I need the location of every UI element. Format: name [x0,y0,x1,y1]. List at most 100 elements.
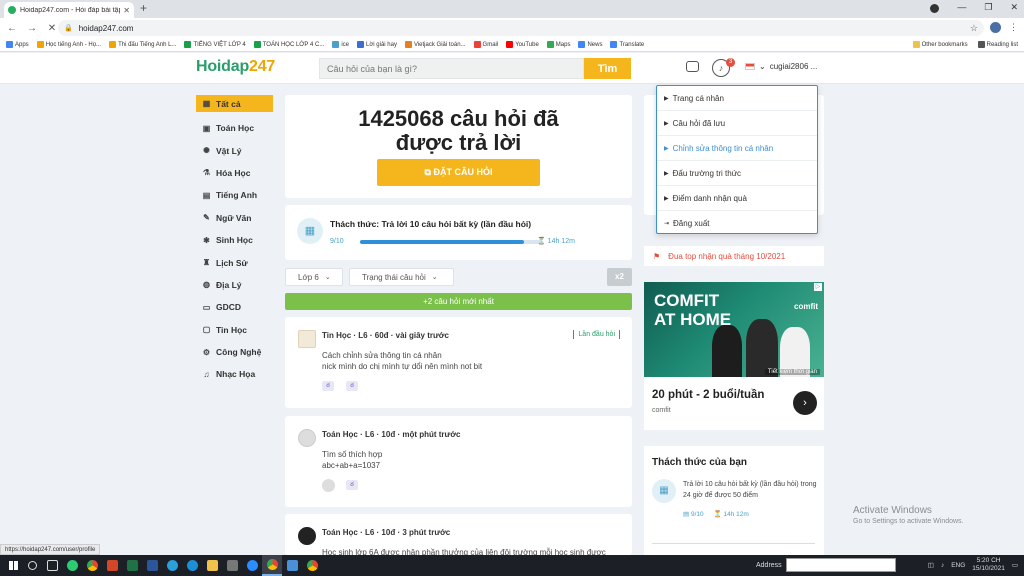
bookmark-item[interactable]: News [578,41,602,48]
sidebar-item-physics[interactable]: ✺ Vật Lý [196,139,273,161]
menu-dots-icon[interactable]: ⋮ [1009,22,1018,33]
menu-item-edit-profile[interactable]: ▶ Chỉnh sửa thông tin cá nhân [657,136,817,161]
bookmark-item[interactable]: Vietjack Giải toán... [404,41,466,48]
challenge-card: ▦ Thách thức: Trả lời 10 câu hỏi bất kỳ … [285,205,632,260]
question-meta: Toán Học · L6 · 10đ · một phút trước [322,430,461,439]
other-bookmarks[interactable]: Other bookmarks [912,41,968,48]
maximize-icon[interactable]: ❐ [984,2,992,13]
chat-icon[interactable] [686,61,699,72]
profile-avatar-icon[interactable] [990,22,1001,33]
photos-icon[interactable] [282,555,302,576]
new-tab-icon[interactable]: + [140,1,147,15]
race-link[interactable]: ⚑ Đua top nhận quà tháng 10/2021 [644,246,824,266]
tech-icon: ⚙ [202,347,211,357]
search-icon[interactable] [22,555,42,576]
site-header: Hoidap247 Câu hỏi của bạn là gì? Tìm ♪ 3… [0,53,1024,84]
file-explorer-icon[interactable] [202,555,222,576]
menu-item-saved-questions[interactable]: ▶ Câu hỏi đã lưu [657,111,817,136]
browser-tab[interactable]: Hoidap247.com - Hỏi đáp bài tập ✕ [4,2,134,18]
bookmark-item[interactable]: Maps [546,41,570,48]
clock[interactable]: 5:20 CH 15/10/2021 [972,557,1005,573]
profile-circle-icon[interactable] [930,4,940,13]
sidebar-item-biology[interactable]: ✱ Sinh Học [196,229,273,251]
sidebar-item-civics[interactable]: ▭ GDCD [196,296,273,318]
lock-icon[interactable]: 🔒 [64,24,73,32]
bookmark-item[interactable]: Translate [610,41,644,48]
sidebar-item-history[interactable]: ♜ Lịch Sử [196,251,273,273]
powerpoint-icon[interactable] [102,555,122,576]
question-card[interactable]: Tin Học · L6 · 60đ · vài giây trước Lần … [285,317,632,408]
user-menu[interactable]: ⌄ cugiai2806 ... [745,62,817,71]
chrome-icon[interactable] [82,555,102,576]
excel-icon[interactable] [122,555,142,576]
flask-icon: ⚗ [202,168,211,178]
reading-list[interactable]: Reading list [977,41,1018,48]
search-button[interactable]: Tìm [584,58,631,79]
search-input[interactable]: Câu hỏi của bạn là gì? [319,58,584,79]
subject-sidebar: ▦ Tất cả ▣ Toán Học ✺ Vật Lý ⚗ Hóa Học ▤ Tiến… [196,95,273,386]
bookmark-star-icon[interactable]: ☆ [970,23,978,34]
sidebar-item-math[interactable]: ▣ Toán Học [196,117,273,139]
site-logo[interactable]: Hoidap247 [196,58,275,76]
menu-item-profile[interactable]: ▶ Trang cá nhân [657,86,817,111]
bookmark-item[interactable]: Học tiếng Anh - Họ... [36,41,101,48]
sidebar-item-chemistry[interactable]: ⚗ Hóa Học [196,162,273,184]
ad-title: 20 phút - 2 buổi/tuần [652,389,765,401]
grade-select[interactable]: Lớp 6 ⌄ [285,268,343,286]
new-questions-button[interactable]: +2 câu hỏi mới nhất [285,293,632,310]
chevron-down-icon: ⌄ [759,62,766,71]
bookmark-item[interactable]: TIẾNG VIỆT LỚP 4 [184,41,246,48]
menu-item-arena[interactable]: ▶ Đấu trường tri thức [657,161,817,186]
challenge-title: Thách thức: Trả lời 10 câu hỏi bất kỳ (l… [330,219,532,229]
bookmark-item[interactable]: Apps [6,41,29,48]
sidebar-item-all[interactable]: ▦ Tất cả [196,95,273,112]
chrome-active-icon[interactable] [262,555,282,576]
sidebar-item-english[interactable]: ▤ Tiếng Anh [196,184,273,206]
adchoices-icon[interactable]: ▷ [814,283,822,291]
volume-icon[interactable]: ♪ [941,562,944,569]
ad-people-illustration [704,314,814,377]
bookmark-item[interactable]: YouTube [506,41,539,48]
bookmark-item[interactable]: ice [332,41,349,48]
url-field[interactable]: 🔒 hoidap247.com ☆ [58,20,984,36]
edge-icon[interactable] [162,555,182,576]
bookmark-item[interactable]: Thi đấu Tiếng Anh L... [109,41,176,48]
edge-new-icon[interactable] [182,555,202,576]
menu-item-logout[interactable]: ⇥ Đăng xuất [657,211,817,236]
forward-icon[interactable]: → [24,23,40,34]
app-green-icon[interactable] [62,555,82,576]
question-card[interactable]: Toán Học · L6 · 10đ · một phút trước Tìm… [285,416,632,507]
taskbar: Address ◫ ♪ ENG 5:20 CH 15/10/2021 ▭ [0,555,1024,576]
ad-logo: comfit [794,302,818,311]
minimize-icon[interactable]: — [957,2,966,13]
chrome-profile-icon[interactable] [302,555,322,576]
back-icon[interactable]: ← [4,23,20,34]
status-select[interactable]: Trạng thái câu hỏi ⌄ [349,268,454,286]
menu-item-checkin[interactable]: ▶ Điểm danh nhận quà [657,186,817,211]
windows-start-icon[interactable] [4,555,22,576]
calculator-icon[interactable] [222,555,242,576]
sidebar-item-music[interactable]: ♫ Nhạc Họa [196,363,273,385]
ad-banner[interactable]: COMFIT AT HOME comfit Tiết kiệm thời gian… [644,282,824,430]
bookmark-item[interactable]: TOÁN HỌC LỚP 4 C... [253,41,324,48]
bookmark-item[interactable]: Lời giải hay [357,41,397,48]
question-text: Tìm số thích hợp abc+ab+a=1037 [322,450,383,470]
question-card[interactable]: Toán Học · L6 · 10đ · 3 phút trước Học s… [285,514,632,557]
sidebar-item-literature[interactable]: ✎ Ngữ Văn [196,207,273,229]
notification-center-icon[interactable]: ▭ [1012,561,1018,569]
language-indicator[interactable]: ENG [951,562,965,569]
taskbar-address-input[interactable] [785,558,896,572]
arrow-right-icon[interactable]: › [793,391,817,415]
bookmark-item[interactable]: Gmail [473,41,498,48]
network-icon[interactable]: ◫ [928,561,934,569]
sidebar-item-informatics[interactable]: ▢ Tin Học [196,319,273,341]
ask-question-button[interactable]: ⧉ ĐẶT CÂU HỎI [377,159,540,186]
close-tab-icon[interactable]: ✕ [123,6,130,15]
ad-image[interactable]: COMFIT AT HOME comfit Tiết kiệm thời gian… [644,282,824,377]
task-view-icon[interactable] [42,555,62,576]
close-window-icon[interactable]: ✕ [1010,2,1018,13]
sidebar-item-technology[interactable]: ⚙ Công Nghệ [196,341,273,363]
zoom-icon[interactable] [242,555,262,576]
word-icon[interactable] [142,555,162,576]
sidebar-item-geography[interactable]: ◍ Địa Lý [196,274,273,296]
